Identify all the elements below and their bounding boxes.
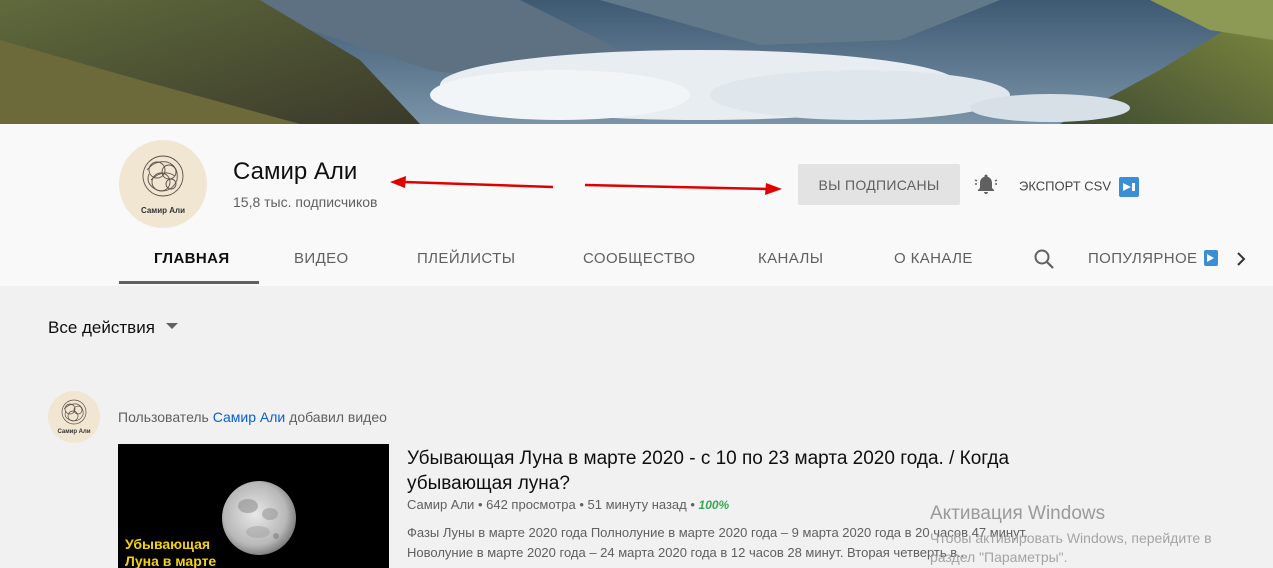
meta-separator: • bbox=[579, 497, 588, 512]
video-meta: Самир Али • 642 просмотра • 51 минуту на… bbox=[407, 497, 729, 512]
notification-bell-icon[interactable] bbox=[974, 172, 998, 196]
activity-description: Пользователь Самир Али добавил видео bbox=[118, 409, 387, 425]
chevron-right-icon[interactable] bbox=[1232, 249, 1250, 269]
meta-separator: • bbox=[477, 497, 487, 512]
windows-activation-title: Активация Windows bbox=[930, 503, 1106, 524]
video-age: 51 минуту назад bbox=[587, 497, 687, 512]
export-csv-button[interactable]: ЭКСПОРТ CSV bbox=[1019, 177, 1139, 197]
tab-community[interactable]: СООБЩЕСТВО bbox=[583, 250, 695, 267]
activity-prefix: Пользователь bbox=[118, 409, 209, 425]
thumbnail-caption: Убывающая Луна в марте 2020 - с 10 bbox=[125, 536, 217, 568]
avatar-logo-icon bbox=[61, 399, 87, 425]
tab-playlists[interactable]: ПЛЕЙЛИСТЫ bbox=[417, 250, 515, 267]
video-thumbnail[interactable]: Убывающая Луна в марте 2020 - с 10 bbox=[118, 444, 389, 568]
video-views: 642 просмотра bbox=[486, 497, 576, 512]
tab-about[interactable]: О КАНАЛЕ bbox=[894, 250, 973, 267]
extension-badge-icon bbox=[1204, 250, 1219, 266]
tab-popular-label: ПОПУЛЯРНОЕ bbox=[1088, 250, 1198, 267]
tab-popular[interactable]: ПОПУЛЯРНОЕ bbox=[1088, 250, 1219, 267]
tab-videos[interactable]: ВИДЕО bbox=[294, 250, 349, 267]
subscriber-count: 15,8 тыс. подписчиков bbox=[233, 194, 378, 210]
extension-badge-icon bbox=[1118, 177, 1139, 197]
search-icon[interactable] bbox=[1032, 247, 1056, 271]
avatar-caption: Самир Али bbox=[140, 206, 186, 215]
activity-filter-dropdown[interactable]: Все действия bbox=[48, 315, 178, 338]
activity-avatar[interactable]: Самир Али bbox=[48, 391, 100, 443]
channel-banner bbox=[0, 0, 1273, 124]
activity-filter-label: Все действия bbox=[48, 318, 155, 337]
video-title-link[interactable]: Убывающая Луна в марте 2020 - с 10 по 23… bbox=[407, 446, 1017, 496]
activity-user-link[interactable]: Самир Али bbox=[213, 409, 286, 425]
tab-channels[interactable]: КАНАЛЫ bbox=[758, 250, 823, 267]
tab-home[interactable]: ГЛАВНАЯ bbox=[154, 250, 230, 267]
channel-title: Самир Али bbox=[233, 158, 358, 185]
activity-suffix: добавил видео bbox=[289, 409, 387, 425]
subscribed-button[interactable]: ВЫ ПОДПИСАНЫ bbox=[798, 164, 960, 205]
meta-separator: • bbox=[690, 497, 699, 512]
export-csv-label: ЭКСПОРТ CSV bbox=[1019, 178, 1111, 194]
like-percent-badge: 100% bbox=[698, 498, 730, 512]
caret-down-icon bbox=[165, 315, 178, 335]
active-tab-indicator bbox=[119, 281, 259, 284]
video-author-link[interactable]: Самир Али bbox=[407, 497, 474, 512]
windows-activation-description: Чтобы активировать Windows, перейдите в … bbox=[930, 530, 1212, 565]
channel-avatar[interactable]: Самир Али bbox=[119, 140, 207, 228]
avatar-caption: Самир Али bbox=[57, 429, 91, 435]
